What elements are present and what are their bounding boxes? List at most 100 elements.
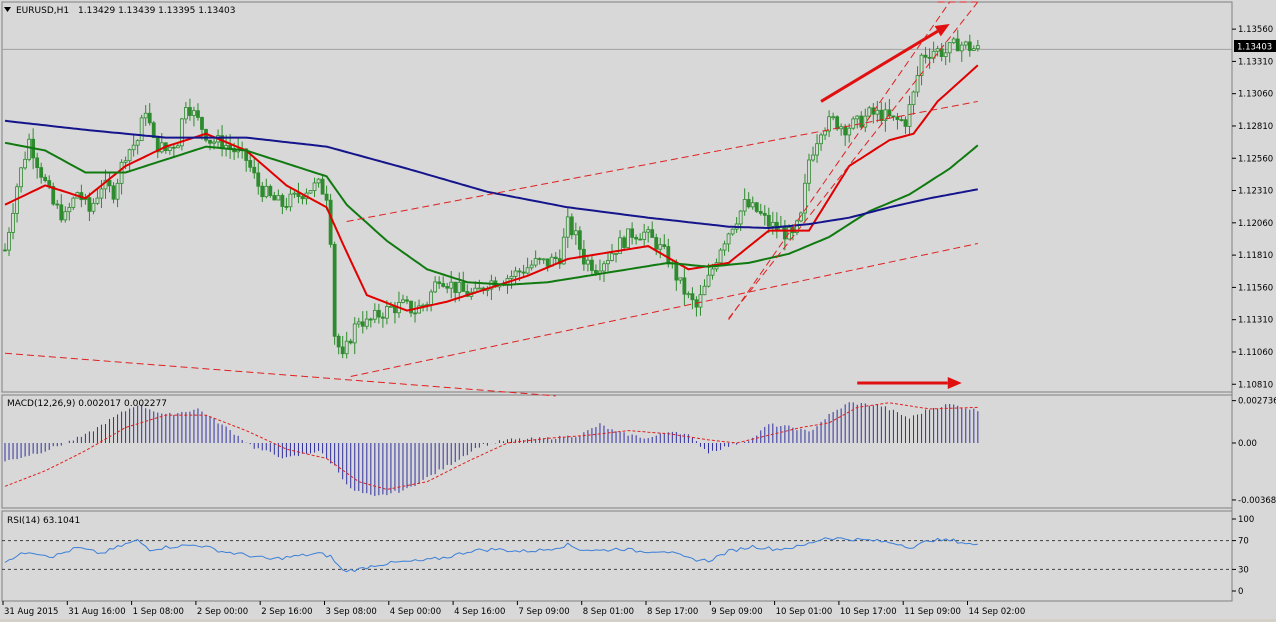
- candle-body: [352, 323, 357, 344]
- candle-body: [405, 299, 409, 302]
- candle-body: [674, 262, 679, 281]
- time-tick-label: 10 Sep 17:00: [840, 607, 897, 617]
- candle-body: [344, 340, 349, 355]
- time-tick-label: 8 Sep 17:00: [647, 607, 698, 617]
- candle-body: [590, 259, 594, 271]
- candle-body: [750, 202, 755, 208]
- chart-canvas[interactable]: 1.13560 1.13310 1.13060 1.12810 1.12560 1.123…: [0, 0, 1276, 619]
- candle-body: [835, 116, 840, 130]
- candle-body: [923, 54, 928, 58]
- candle-body: [477, 287, 482, 290]
- candle-body: [115, 182, 120, 200]
- candle-body: [811, 154, 815, 161]
- price-tick-label: 1.11310: [1238, 316, 1273, 326]
- candle-body: [525, 267, 530, 274]
- candle-body: [433, 281, 438, 293]
- time-tick-label: 11 Sep 09:00: [904, 607, 961, 617]
- candle-body: [766, 214, 771, 227]
- price-tick-label: 1.13310: [1238, 57, 1273, 67]
- price-tick-label: 1.13060: [1238, 90, 1273, 100]
- candle-body: [959, 44, 964, 52]
- candle-body: [376, 309, 381, 318]
- rsi-tick-label: 30: [1238, 565, 1249, 575]
- trading-chart[interactable]: 1.13560 1.13310 1.13060 1.12810 1.12560 1.123…: [0, 0, 1276, 619]
- candle-body: [541, 258, 546, 261]
- candle-body: [577, 230, 582, 250]
- candle-body: [746, 199, 751, 208]
- macd-tick-label: 0.00: [1238, 439, 1257, 449]
- candle-body: [955, 38, 960, 52]
- candle-body: [284, 206, 289, 208]
- candle-body: [188, 107, 192, 116]
- candle-body: [212, 141, 216, 144]
- candle-body: [324, 193, 329, 201]
- time-tick-label: 8 Sep 01:00: [583, 607, 634, 617]
- price-tick-label: 1.12810: [1238, 122, 1273, 132]
- candle-body: [521, 271, 526, 274]
- candle-body: [449, 281, 454, 289]
- candle-body: [111, 185, 116, 200]
- time-tick-label: 7 Sep 09:00: [518, 607, 569, 617]
- chart-symbol: EURUSD,H1: [16, 6, 69, 16]
- candle-body: [859, 115, 864, 128]
- candle-body: [565, 216, 570, 238]
- candle-body: [730, 228, 735, 235]
- candle-body: [742, 199, 747, 212]
- candle-body: [907, 104, 912, 127]
- candle-body: [646, 229, 651, 233]
- candle-body: [183, 107, 188, 120]
- time-tick-label: 3 Sep 08:00: [326, 607, 377, 617]
- candle-body: [39, 167, 44, 178]
- candle-body: [762, 212, 767, 216]
- candle-body: [429, 291, 434, 305]
- time-tick-label: 2 Sep 16:00: [261, 607, 312, 617]
- candle-body: [7, 231, 11, 251]
- candle-body: [815, 143, 819, 156]
- price-tick-label: 1.13560: [1238, 25, 1273, 35]
- candle-body: [95, 197, 100, 204]
- candle-body: [3, 249, 7, 252]
- candle-body: [389, 305, 393, 308]
- candle-body: [107, 179, 112, 187]
- candle-body: [827, 116, 831, 132]
- candle-body: [722, 243, 727, 251]
- candle-body: [264, 185, 269, 198]
- macd-tick-label: -0.00368: [1238, 496, 1276, 506]
- candle-body: [726, 233, 731, 245]
- candle-body: [807, 159, 811, 184]
- candle-body: [437, 281, 442, 284]
- candle-body: [943, 52, 948, 57]
- candle-body: [123, 160, 128, 163]
- candle-body: [690, 293, 695, 301]
- candle-body: [99, 188, 104, 199]
- candle-body: [23, 158, 28, 169]
- chart-ohlc: 1.13429 1.13439 1.13395 1.13403: [78, 6, 235, 16]
- candle-body: [167, 146, 172, 152]
- candle-body: [650, 229, 655, 238]
- price-tick-label: 1.11060: [1238, 348, 1273, 358]
- candle-body: [35, 157, 40, 168]
- candle-body: [248, 160, 253, 168]
- price-tick-label: 1.11810: [1238, 251, 1273, 261]
- candle-body: [758, 211, 763, 214]
- candle-body: [951, 38, 956, 44]
- candle-body: [738, 210, 743, 225]
- price-tick-label: 1.10810: [1238, 380, 1273, 390]
- candle-body: [409, 300, 413, 314]
- candle-body: [839, 126, 844, 130]
- rsi-tick-label: 70: [1238, 537, 1249, 547]
- candle-body: [654, 237, 659, 250]
- candle-body: [626, 228, 630, 248]
- candle-body: [947, 42, 952, 54]
- candle-body: [59, 204, 64, 221]
- candle-body: [819, 134, 823, 145]
- candle-body: [702, 285, 707, 296]
- candle-body: [171, 146, 176, 149]
- rsi-tick-label: 100: [1238, 515, 1254, 525]
- candle-body: [875, 109, 880, 115]
- price-tick-label: 1.12060: [1238, 219, 1273, 229]
- candle-body: [686, 293, 691, 296]
- candle-body: [855, 115, 860, 120]
- candle-body: [11, 213, 15, 233]
- candle-body: [260, 185, 265, 198]
